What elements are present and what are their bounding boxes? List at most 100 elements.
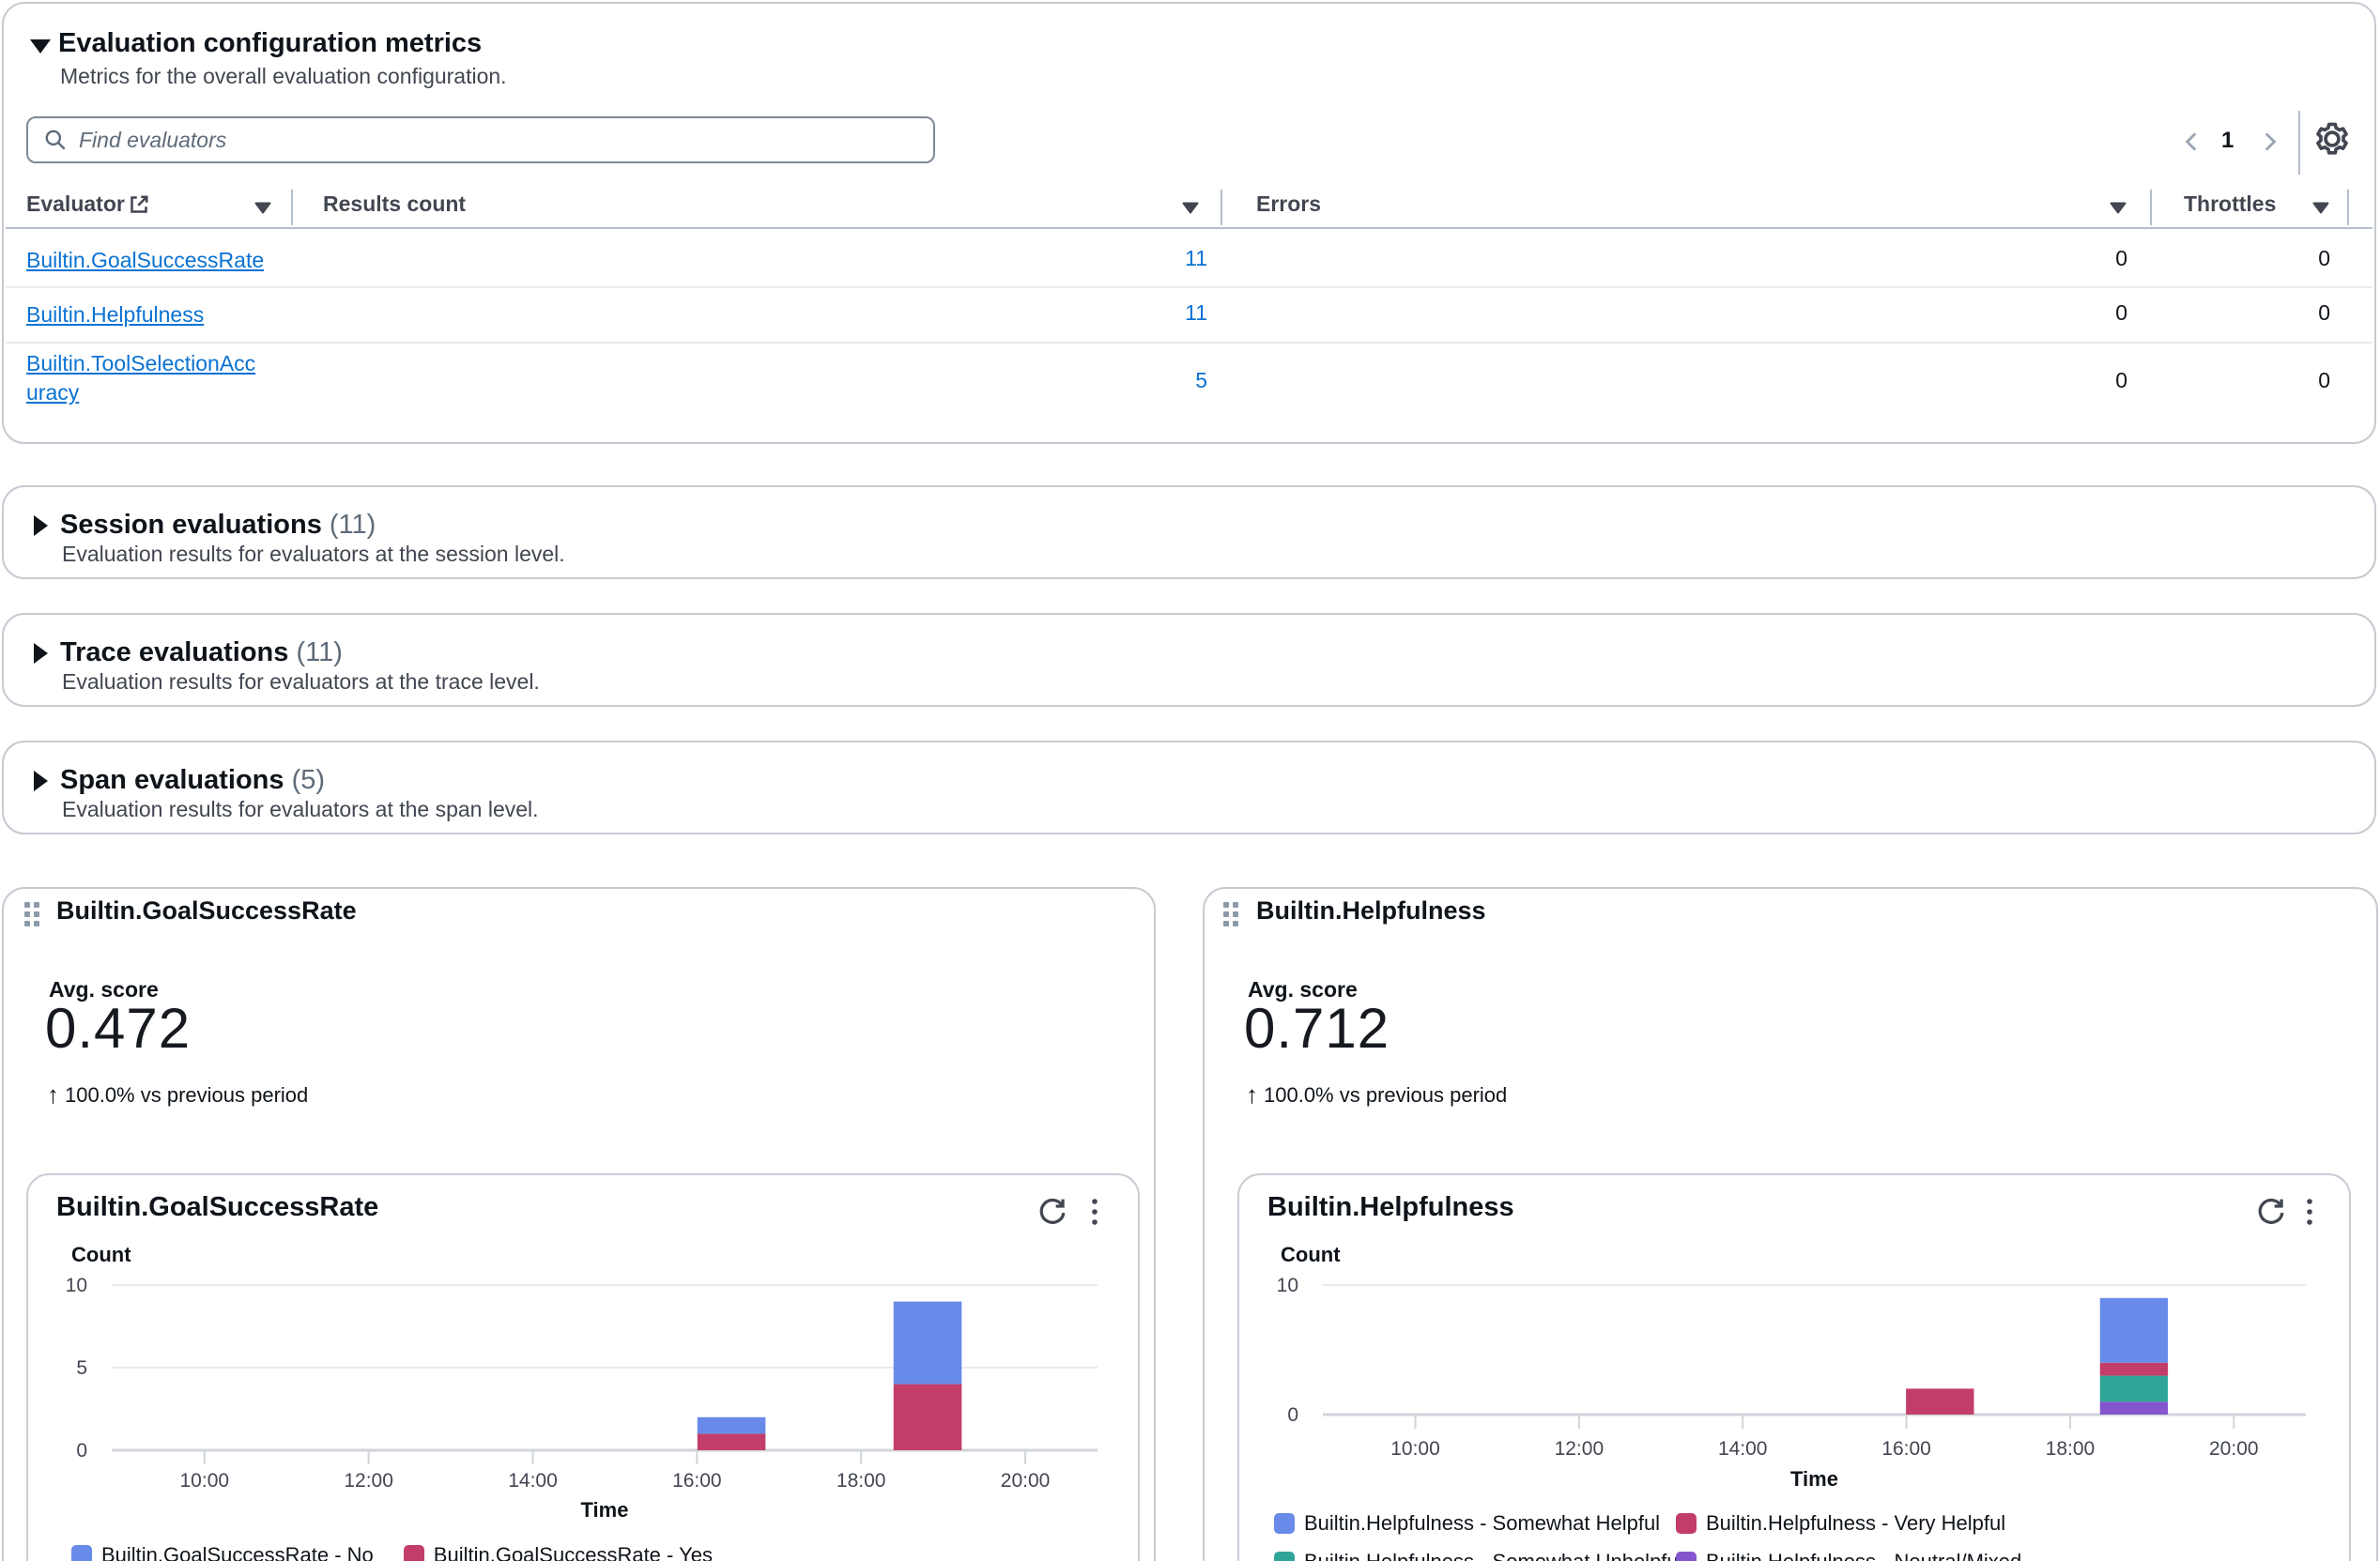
legend-swatch (1274, 1513, 1295, 1534)
row-divider (6, 286, 2372, 288)
y-tick-label: 0 (76, 1440, 87, 1462)
column-header-results-count[interactable]: Results count (323, 191, 466, 217)
vertical-dots-icon (1089, 1196, 1100, 1228)
widget-title: Builtin.GoalSuccessRate (56, 896, 357, 926)
legend-swatch (1676, 1552, 1697, 1561)
column-header-throttles[interactable]: Throttles (2184, 191, 2276, 217)
pagination-prev-button[interactable] (2176, 126, 2208, 158)
evaluator-filter-caret-icon[interactable] (253, 201, 272, 220)
drag-handle-icon[interactable] (1223, 902, 1238, 926)
expand-collapsed-icon[interactable] (34, 643, 48, 664)
y-axis-title: Count (1281, 1243, 1341, 1267)
bar-segment[interactable] (2100, 1363, 2168, 1376)
goal-success-rate-widget: Builtin.GoalSuccessRate Avg. score 0.472… (2, 887, 1156, 1561)
section-title: Session evaluations (60, 510, 322, 540)
legend-item[interactable]: Builtin.Helpfulness - Somewhat Helpful (1274, 1511, 1676, 1536)
throttles-value: 0 (2142, 368, 2330, 393)
evaluator-link[interactable]: Builtin.GoalSuccessRate (26, 246, 264, 275)
page-title: Evaluation configuration metrics (58, 26, 482, 60)
refresh-button[interactable] (1036, 1196, 1068, 1231)
section-header-trace[interactable]: Trace evaluations (11) (60, 635, 343, 669)
column-divider (1221, 190, 1222, 225)
bar-segment[interactable] (2100, 1376, 2168, 1402)
refresh-button[interactable] (2255, 1196, 2287, 1231)
row-divider (6, 342, 2372, 344)
vertical-dots-icon (2304, 1196, 2315, 1228)
legend-label: Builtin.GoalSuccessRate - No (101, 1543, 374, 1561)
section-count: (11) (296, 637, 342, 667)
bar-segment[interactable] (1906, 1388, 1973, 1415)
throttles-filter-caret-icon[interactable] (2311, 201, 2330, 220)
bar-segment[interactable] (2100, 1298, 2168, 1363)
search-icon (43, 128, 68, 152)
helpfulness-bar-chart: 10010:0012:0014:0016:0018:0020:00Time (1239, 1269, 2353, 1508)
widget-menu-button[interactable] (1089, 1196, 1100, 1231)
bar-segment[interactable] (698, 1417, 766, 1434)
section-description: Evaluation results for evaluators at the… (62, 797, 539, 822)
table-settings-button[interactable] (2311, 118, 2353, 162)
legend-item[interactable]: Builtin.GoalSuccessRate - Yes (404, 1543, 713, 1561)
chart-title: Builtin.GoalSuccessRate (56, 1192, 378, 1223)
pagination-next-button[interactable] (2253, 126, 2285, 158)
trend-indicator: ↑ 100.0% vs previous period (47, 1080, 308, 1110)
legend-label: Builtin.Helpfulness - Neutral/Mixed (1706, 1550, 2021, 1561)
x-tick-label: 20:00 (1001, 1470, 1051, 1492)
gear-icon (2311, 118, 2353, 160)
x-tick-label: 16:00 (1881, 1438, 1931, 1460)
search-field[interactable] (26, 116, 935, 163)
column-header-errors[interactable]: Errors (1256, 191, 1321, 217)
results-count-link[interactable]: 11 (1020, 246, 1207, 271)
section-count: (11) (330, 510, 376, 540)
evaluator-link[interactable]: Builtin.ToolSelectionAccuracy (26, 349, 263, 407)
section-count: (5) (292, 765, 325, 795)
goal-success-rate-bar-chart: 105010:0012:0014:0016:0018:0020:00Time (28, 1269, 1142, 1541)
legend-item[interactable]: Builtin.GoalSuccessRate - No (71, 1543, 374, 1561)
helpfulness-widget: Builtin.Helpfulness Avg. score 0.712 ↑ 1… (1203, 887, 2378, 1561)
section-title: Span evaluations (60, 765, 284, 795)
bar-segment[interactable] (894, 1302, 962, 1385)
expand-collapsed-icon[interactable] (34, 515, 48, 536)
chart-title: Builtin.Helpfulness (1267, 1192, 1514, 1223)
section-header-span[interactable]: Span evaluations (5) (60, 763, 325, 797)
bar-segment[interactable] (894, 1385, 962, 1450)
results-count-link[interactable]: 5 (1020, 368, 1207, 393)
legend-item[interactable]: Builtin.Helpfulness - Neutral/Mixed (1676, 1550, 2021, 1561)
page: Evaluation configuration metrics Metrics… (0, 0, 2380, 1561)
toolbar-divider (2298, 111, 2300, 175)
trace-evaluations-card: Trace evaluations (11) Evaluation result… (2, 613, 2376, 707)
legend-item[interactable]: Builtin.Helpfulness - Very Helpful (1676, 1511, 2021, 1536)
table-header-underline (6, 227, 2372, 229)
column-header-evaluator[interactable]: Evaluator (26, 191, 125, 217)
y-tick-label: 0 (1287, 1404, 1298, 1426)
search-input[interactable] (77, 127, 933, 154)
results-filter-caret-icon[interactable] (1181, 201, 1200, 220)
session-evaluations-card: Session evaluations (11) Evaluation resu… (2, 485, 2376, 579)
legend-label: Builtin.GoalSuccessRate - Yes (434, 1543, 713, 1561)
x-tick-label: 18:00 (837, 1470, 886, 1492)
errors-filter-caret-icon[interactable] (2109, 201, 2127, 220)
throttles-value: 0 (2142, 246, 2330, 271)
errors-value: 0 (1940, 300, 2127, 326)
chart-legend: Builtin.GoalSuccessRate - No Builtin.Goal… (71, 1543, 713, 1561)
pagination-current-page[interactable]: 1 (2221, 128, 2234, 154)
x-tick-label: 20:00 (2209, 1438, 2259, 1460)
evaluator-link[interactable]: Builtin.Helpfulness (26, 300, 204, 329)
y-axis-title: Count (71, 1243, 131, 1267)
drag-handle-icon[interactable] (24, 902, 39, 926)
page-description: Metrics for the overall evaluation confi… (60, 64, 507, 89)
x-tick-label: 12:00 (1555, 1438, 1605, 1460)
chevron-right-icon (2257, 130, 2281, 154)
x-axis-title: Time (1790, 1467, 1838, 1491)
column-divider (2150, 190, 2152, 225)
results-count-link[interactable]: 11 (1020, 300, 1207, 326)
section-header-session[interactable]: Session evaluations (11) (60, 508, 376, 542)
expand-collapsed-icon[interactable] (34, 771, 48, 791)
collapse-expanded-icon[interactable] (30, 39, 51, 54)
x-tick-label: 18:00 (2046, 1438, 2096, 1460)
bar-segment[interactable] (698, 1433, 766, 1450)
widget-menu-button[interactable] (2304, 1196, 2315, 1231)
errors-value: 0 (1940, 368, 2127, 393)
legend-item[interactable]: Builtin.Helpfulness - Somewhat Unhelpful (1274, 1550, 1676, 1561)
bar-segment[interactable] (2100, 1401, 2168, 1415)
span-evaluations-card: Span evaluations (5) Evaluation results … (2, 741, 2376, 834)
